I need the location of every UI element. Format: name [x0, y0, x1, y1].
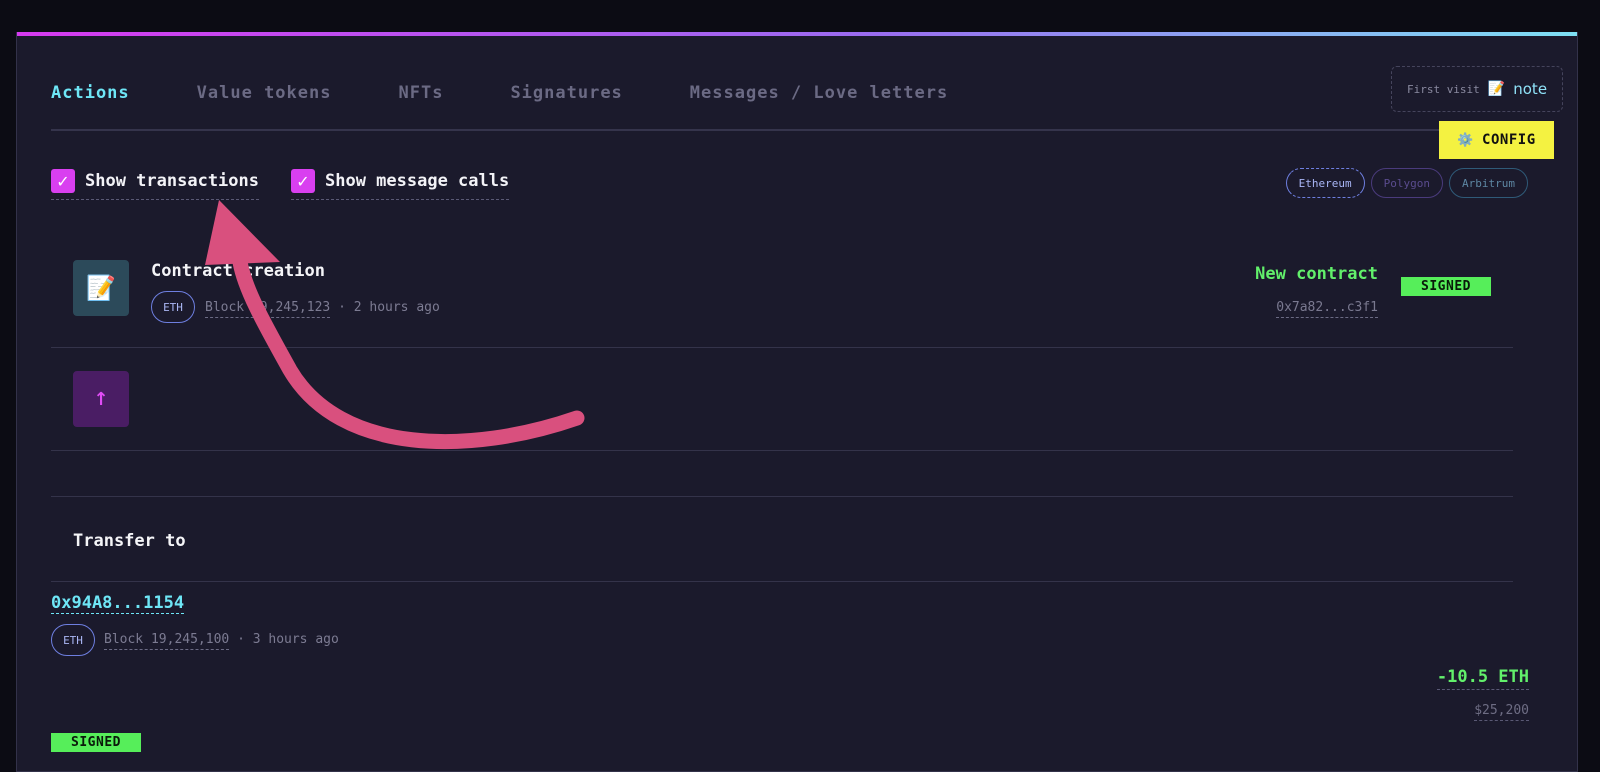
recipient-address-link[interactable]: 0x94A8...1154 [51, 593, 185, 614]
chain-badge: ETH [151, 291, 195, 323]
chain-chip-polygon[interactable]: Polygon [1370, 168, 1444, 198]
row-divider [51, 496, 1513, 497]
chain-filter-group: Ethereum Polygon Arbitrum [1285, 168, 1528, 198]
row-divider [51, 581, 1513, 582]
tx-meta: Block 19,245,123 · 2 hours ago [205, 300, 440, 318]
tab-messages[interactable]: Messages / Love letters [690, 83, 948, 103]
tx-meta: Block 19,245,100 · 3 hours ago [104, 632, 339, 650]
transfer-usd-value: $25,200 [1474, 703, 1529, 721]
tab-bar: Actions Value tokens NFTs Signatures Mes… [51, 83, 948, 103]
show-message-calls-label: Show message calls [325, 171, 510, 191]
tab-actions[interactable]: Actions [51, 83, 130, 103]
tx-age: · 2 hours ago [338, 300, 440, 315]
block-link[interactable]: Block 19,245,123 [205, 300, 331, 318]
first-visit-note-link[interactable]: note [1513, 80, 1547, 98]
tx-title[interactable]: Contract creation [151, 261, 325, 281]
transfer-title: Transfer to [73, 531, 186, 551]
block-link[interactable]: Block 19,245,100 [104, 632, 230, 650]
main-panel: Actions Value tokens NFTs Signatures Mes… [16, 32, 1578, 772]
show-message-calls-checkbox[interactable]: ✓ Show message calls [291, 169, 510, 200]
transfer-amount: -10.5 ETH [1436, 667, 1529, 690]
tx-status: New contract [1255, 264, 1378, 284]
memo-icon: 📝 [1487, 81, 1506, 97]
config-button[interactable]: ⚙️ CONFIG [1439, 121, 1554, 159]
tab-value-tokens[interactable]: Value tokens [197, 83, 332, 103]
tab-nfts[interactable]: NFTs [398, 83, 443, 103]
contract-hash[interactable]: 0x7a82...c3f1 [1276, 300, 1378, 318]
first-visit-box: First visit 📝 note [1391, 66, 1563, 112]
arrow-up-icon: ↑ [73, 371, 129, 427]
panel-gradient-border [17, 32, 1577, 36]
chain-chip-arbitrum[interactable]: Arbitrum [1449, 168, 1528, 198]
row-divider [51, 450, 1513, 451]
tab-signatures[interactable]: Signatures [510, 83, 622, 103]
signed-badge: SIGNED [1401, 277, 1491, 296]
chain-badge: ETH [51, 624, 95, 656]
show-transactions-checkbox[interactable]: ✓ Show transactions [51, 169, 259, 200]
tx-age: · 3 hours ago [237, 632, 339, 647]
show-transactions-label: Show transactions [85, 171, 259, 191]
signed-badge: SIGNED [51, 733, 141, 752]
chain-chip-ethereum[interactable]: Ethereum [1285, 168, 1365, 198]
gear-icon: ⚙️ [1457, 132, 1475, 148]
tabs-divider [51, 129, 1511, 131]
checkmark-icon: ✓ [51, 169, 75, 193]
first-visit-label: First visit [1406, 82, 1480, 96]
row-divider [51, 347, 1513, 348]
contract-icon: 📝 [73, 260, 129, 316]
config-label: CONFIG [1482, 132, 1536, 148]
checkmark-icon: ✓ [291, 169, 315, 193]
